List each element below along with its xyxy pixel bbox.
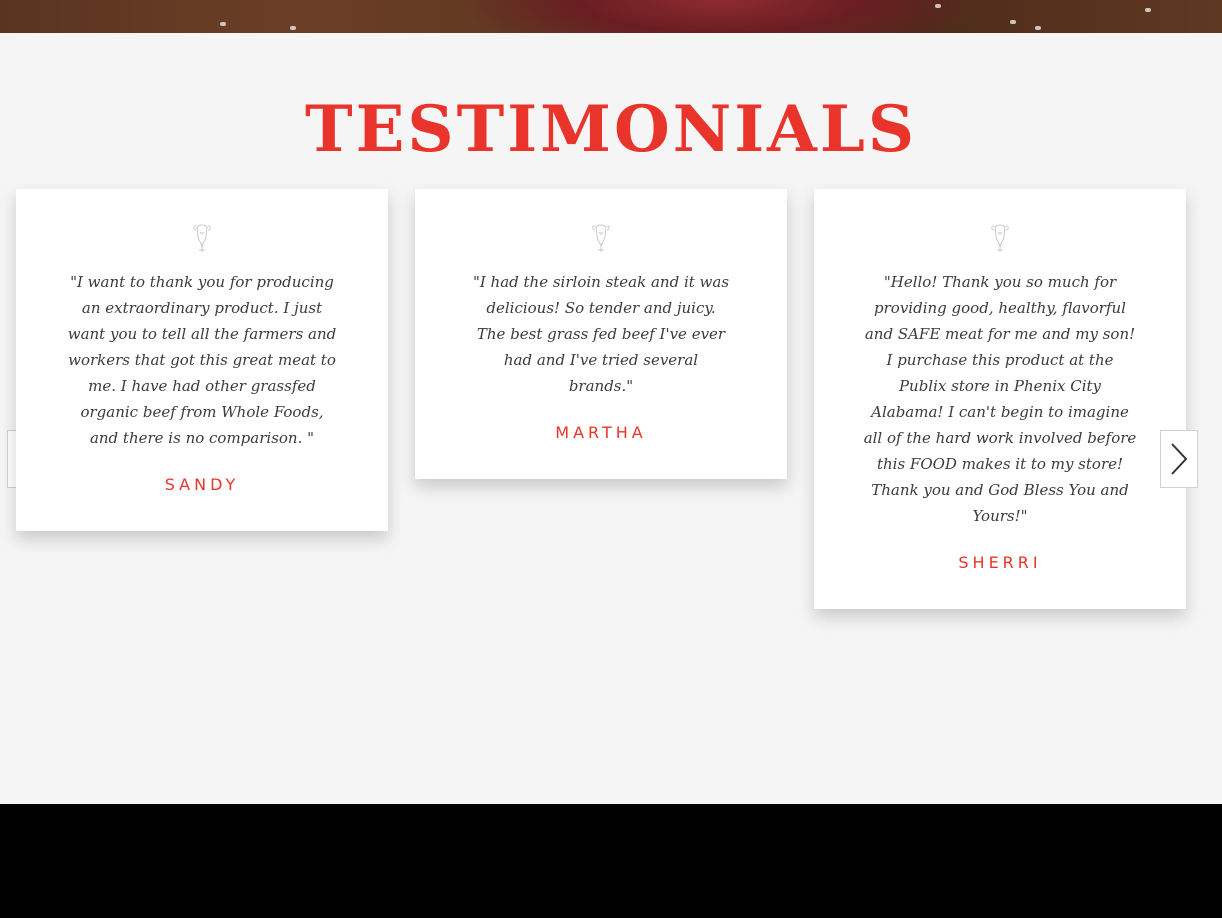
salt-speck [1145, 8, 1151, 12]
salt-speck [290, 26, 296, 30]
testimonial-quote: "Hello! Thank you so much for providing … [863, 273, 1137, 525]
testimonial-quote: "I want to thank you for producing an ex… [67, 273, 337, 447]
bison-logo-icon [991, 224, 1009, 252]
hero-image [0, 0, 1222, 33]
bison-logo-icon [193, 224, 211, 252]
footer [0, 804, 1222, 918]
testimonial-quote: "I had the sirloin steak and it was deli… [472, 273, 730, 395]
carousel-next-button[interactable] [1160, 430, 1198, 488]
salt-speck [1010, 20, 1016, 24]
testimonial-author: MARTHA [555, 423, 647, 442]
chevron-right-icon [1171, 443, 1188, 475]
testimonial-card: "Hello! Thank you so much for providing … [814, 189, 1186, 609]
testimonial-author: SHERRI [958, 553, 1042, 572]
salt-speck [935, 4, 941, 8]
section-title: TESTIMONIALS [304, 92, 918, 167]
salt-speck [1035, 26, 1041, 30]
bison-logo-icon [592, 224, 610, 252]
testimonial-card: "I want to thank you for producing an ex… [16, 189, 388, 531]
salt-speck [220, 22, 226, 26]
testimonial-card: "I had the sirloin steak and it was deli… [415, 189, 787, 479]
testimonial-author: SANDY [164, 475, 240, 494]
